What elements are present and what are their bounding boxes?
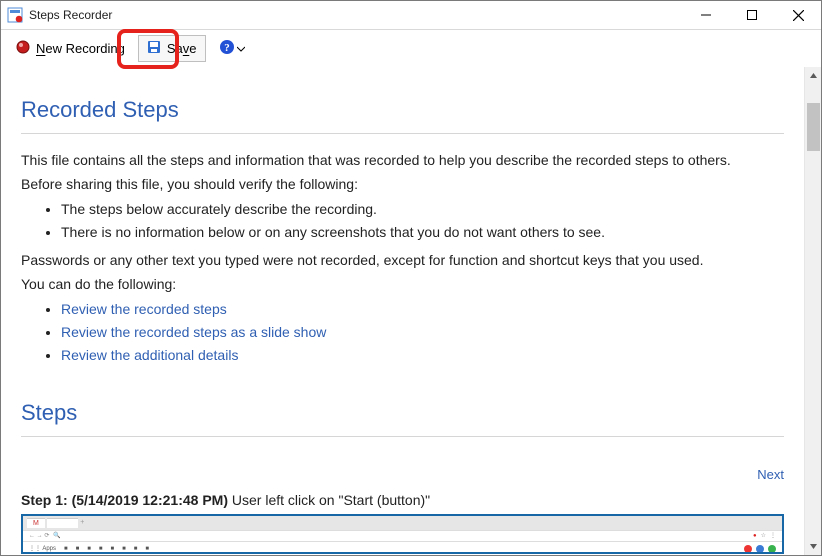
heading-recorded-steps: Recorded Steps [21,87,784,123]
step-1-label: Step 1: (5/14/2019 12:21:48 PM) [21,492,228,508]
new-recording-button[interactable]: New Recording [7,35,134,62]
titlebar: Steps Recorder [1,1,821,29]
review-details-link[interactable]: Review the additional details [61,347,238,363]
document-pane: Recorded Steps This file contains all th… [1,67,804,555]
close-button[interactable] [775,1,821,29]
content-area: Recorded Steps This file contains all th… [1,67,821,555]
divider [21,133,784,134]
maximize-button[interactable] [729,1,775,29]
vertical-scrollbar[interactable] [804,67,821,555]
review-steps-link[interactable]: Review the recorded steps [61,301,227,317]
step-1-desc: User left click on "Start (button)" [228,492,430,508]
record-icon [16,40,30,57]
step-1-screenshot[interactable]: M + ← → ⟳ 🔍 ● ☆ ⋮ ⋮⋮ Apps ■■■■ ■■■■ [21,514,784,554]
help-icon: ? [219,39,235,58]
pager-row: Next [21,467,784,482]
verify-list: The steps below accurately describe the … [21,199,784,243]
intro-paragraph-2: Before sharing this file, you should ver… [21,174,784,194]
scroll-up-arrow[interactable] [805,67,821,84]
help-dropdown-button[interactable]: ? [210,34,254,63]
step-1-header: Step 1: (5/14/2019 12:21:48 PM) User lef… [21,492,784,508]
list-item: Review the additional details [61,345,784,365]
save-button[interactable]: Save [138,35,206,62]
review-slideshow-link[interactable]: Review the recorded steps as a slide sho… [61,324,326,340]
heading-steps: Steps [21,390,784,426]
svg-text:?: ? [224,42,230,54]
chevron-down-icon [237,41,245,56]
app-icon [7,7,23,23]
scroll-down-arrow[interactable] [805,538,821,555]
list-item: Review the recorded steps [61,299,784,319]
next-link[interactable]: Next [757,467,784,482]
minimize-button[interactable] [683,1,729,29]
toolbar: New Recording Save ? [1,29,821,67]
actions-list: Review the recorded steps Review the rec… [21,299,784,366]
passwords-paragraph: Passwords or any other text you typed we… [21,250,784,270]
scroll-thumb[interactable] [807,103,820,151]
app-window: Steps Recorder New Recording Save ? [0,0,822,556]
intro-paragraph-1: This file contains all the steps and inf… [21,150,784,170]
window-title: Steps Recorder [29,8,683,22]
list-item: There is no information below or on any … [61,222,784,242]
list-item: The steps below accurately describe the … [61,199,784,219]
divider [21,436,784,437]
save-icon [147,40,161,57]
actions-paragraph: You can do the following: [21,274,784,294]
list-item: Review the recorded steps as a slide sho… [61,322,784,342]
